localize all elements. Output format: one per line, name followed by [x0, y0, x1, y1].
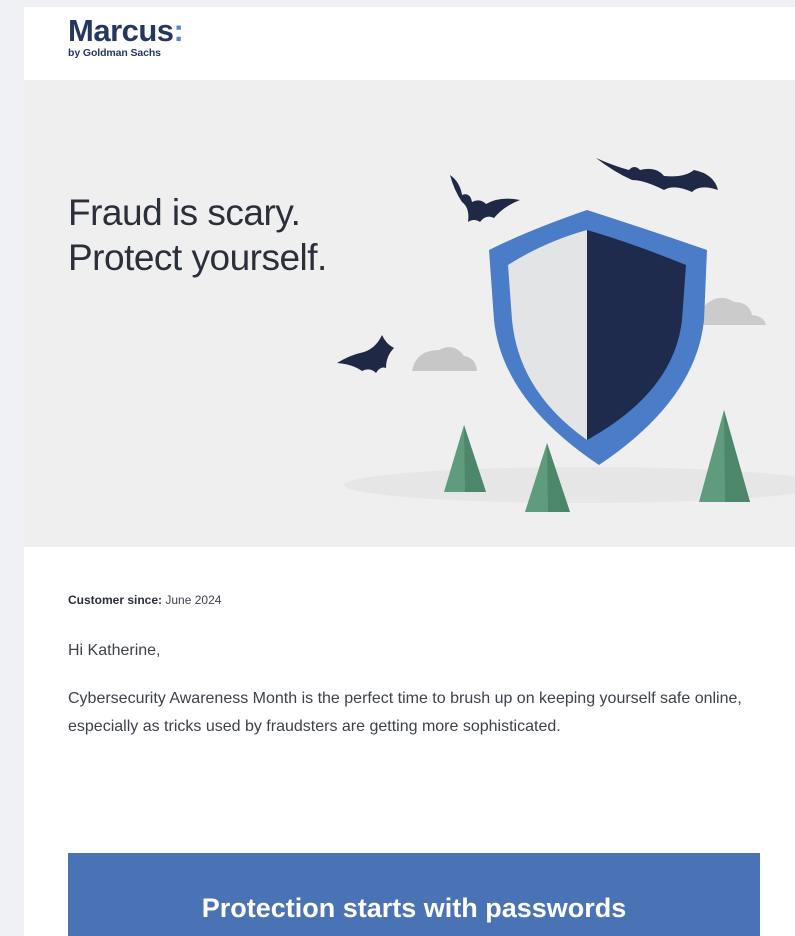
hero-headline: Fraud is scary. Protect yourself.	[68, 190, 327, 280]
greeting: Hi Katherine,	[68, 642, 161, 659]
marcus-logo[interactable]: Marcus: by Goldman Sachs	[68, 13, 184, 60]
intro-paragraph: Cybersecurity Awareness Month is the per…	[68, 690, 742, 735]
email-header: Marcus: by Goldman Sachs	[24, 7, 795, 80]
section-banner-title: Protection starts with passwords	[201, 893, 627, 923]
bat-icon	[450, 175, 520, 222]
section-banner: Protection starts with passwords	[68, 853, 760, 936]
logo-wordmark: Marcus:	[68, 13, 184, 48]
hero-illustration	[337, 158, 795, 512]
customer-since-label: Customer since:	[68, 593, 163, 607]
shield-icon	[489, 210, 707, 465]
hero-headline-line2: Protect yourself.	[68, 237, 327, 278]
email-body: Marcus: by Goldman Sachs Fraud is scary.…	[24, 7, 795, 936]
tree-icon	[444, 425, 486, 492]
customer-since: Customer since: June 2024	[68, 593, 768, 607]
logo-tagline: by Goldman Sachs	[68, 47, 161, 59]
email-viewport: Marcus: by Goldman Sachs Fraud is scary.…	[0, 0, 795, 936]
bat-icon	[337, 335, 394, 373]
logo-colon: :	[173, 13, 184, 48]
message-content: Customer since: June 2024 Hi Katherine, …	[68, 593, 768, 741]
hero-headline-line1: Fraud is scary.	[68, 192, 301, 233]
tree-icon	[699, 410, 750, 502]
cloud-icon	[412, 347, 477, 371]
customer-since-value: June 2024	[162, 593, 222, 607]
bat-icon	[596, 158, 718, 192]
hero-banner: Fraud is scary. Protect yourself.	[24, 80, 795, 547]
